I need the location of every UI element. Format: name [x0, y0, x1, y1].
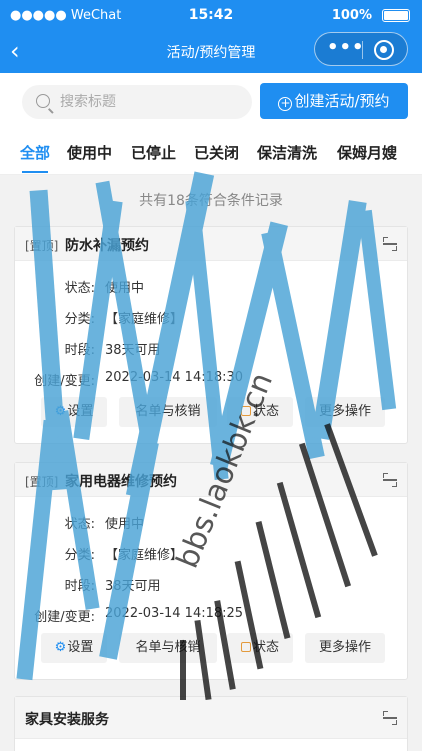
status-icon	[240, 406, 251, 416]
battery-percent: 100%	[331, 8, 372, 23]
card-title: 家具安装服务	[25, 712, 109, 728]
activity-card[interactable]: 家具安装服务	[14, 696, 408, 751]
search-icon	[36, 94, 50, 108]
tab-closed[interactable]: 已关闭	[194, 142, 239, 163]
created-value: 2022-03-14 14:18:30	[105, 370, 244, 385]
created-value: 2022-03-14 14:18:25	[105, 606, 244, 621]
tab-stopped[interactable]: 已停止	[131, 142, 176, 163]
plus-circle-icon: +	[278, 96, 293, 111]
scan-icon[interactable]	[383, 473, 397, 487]
card-header: [置顶] 家用电器维修预约	[15, 463, 407, 497]
create-activity-button[interactable]: + 创建活动/预约	[260, 83, 408, 119]
mini-program-capsule: •••	[314, 32, 408, 66]
created-label: 创建/变更:	[34, 374, 95, 389]
period-label: 时段:	[64, 343, 95, 358]
list-verify-button[interactable]: 名单与核销	[119, 633, 217, 663]
activity-card[interactable]: [置顶] 防水补漏预约 状态: 使用中 分类: 【家庭维修】 时段: 38天可用…	[14, 226, 408, 444]
search-row: +创建活动/预约	[0, 73, 422, 131]
settings-button[interactable]: ⚙设置	[41, 633, 107, 663]
status-label: 状态:	[64, 281, 95, 296]
status-label: 状态:	[64, 517, 95, 532]
created-label: 创建/变更:	[34, 610, 95, 625]
status-button[interactable]: 状态	[227, 397, 293, 427]
tab-nanny[interactable]: 保姆月嫂	[337, 142, 397, 163]
status-bar: ●●●●● WeChat 15:42 100%	[0, 0, 422, 31]
close-circle-icon[interactable]	[374, 40, 394, 60]
status-icon	[240, 642, 251, 652]
category-value: 【家庭维修】	[105, 312, 184, 327]
filter-tabs: 全部 使用中 已停止 已关闭 保洁清洗 保姆月嫂	[0, 131, 422, 175]
nav-bar: ‹ 活动/预约管理 •••	[0, 31, 422, 73]
card-header: [置顶] 防水补漏预约	[15, 227, 407, 261]
settings-button[interactable]: ⚙设置	[41, 397, 107, 427]
status-value: 使用中	[105, 281, 145, 296]
period-value: 38天可用	[105, 579, 161, 594]
category-label: 分类:	[64, 312, 95, 327]
scan-icon[interactable]	[383, 237, 397, 251]
tab-in-use[interactable]: 使用中	[67, 142, 112, 163]
battery-icon	[382, 9, 410, 22]
activity-card[interactable]: [置顶] 家用电器维修预约 状态: 使用中 分类: 【家庭维修】 时段: 38天…	[14, 462, 408, 680]
gear-icon: ⚙	[54, 640, 67, 655]
gear-icon: ⚙	[54, 404, 67, 419]
search-input[interactable]	[60, 92, 240, 112]
search-box[interactable]	[22, 85, 252, 119]
more-actions-button[interactable]: 更多操作	[305, 397, 385, 427]
period-value: 38天可用	[105, 343, 161, 358]
card-actions: ⚙设置 名单与核销 状态 更多操作	[15, 633, 407, 665]
scan-icon[interactable]	[383, 711, 397, 725]
tab-cleaning[interactable]: 保洁清洗	[257, 142, 317, 163]
status-button[interactable]: 状态	[227, 633, 293, 663]
capsule-divider	[362, 41, 363, 59]
create-activity-label: 创建活动/预约	[294, 92, 390, 110]
card-actions: ⚙设置 名单与核销 状态 更多操作	[15, 397, 407, 429]
record-count: 共有18条符合条件记录	[139, 193, 283, 209]
pin-tag: [置顶]	[25, 239, 59, 253]
more-dots-icon[interactable]: •••	[327, 39, 364, 57]
card-header: 家具安装服务	[15, 697, 407, 739]
more-actions-button[interactable]: 更多操作	[305, 633, 385, 663]
category-value: 【家庭维修】	[105, 548, 184, 563]
card-title: 防水补漏预约	[65, 238, 149, 254]
card-title: 家用电器维修预约	[65, 474, 177, 490]
category-label: 分类:	[64, 548, 95, 563]
period-label: 时段:	[64, 579, 95, 594]
status-value: 使用中	[105, 517, 145, 532]
list-verify-button[interactable]: 名单与核销	[119, 397, 217, 427]
tab-all[interactable]: 全部	[20, 142, 50, 173]
pin-tag: [置顶]	[25, 475, 59, 489]
